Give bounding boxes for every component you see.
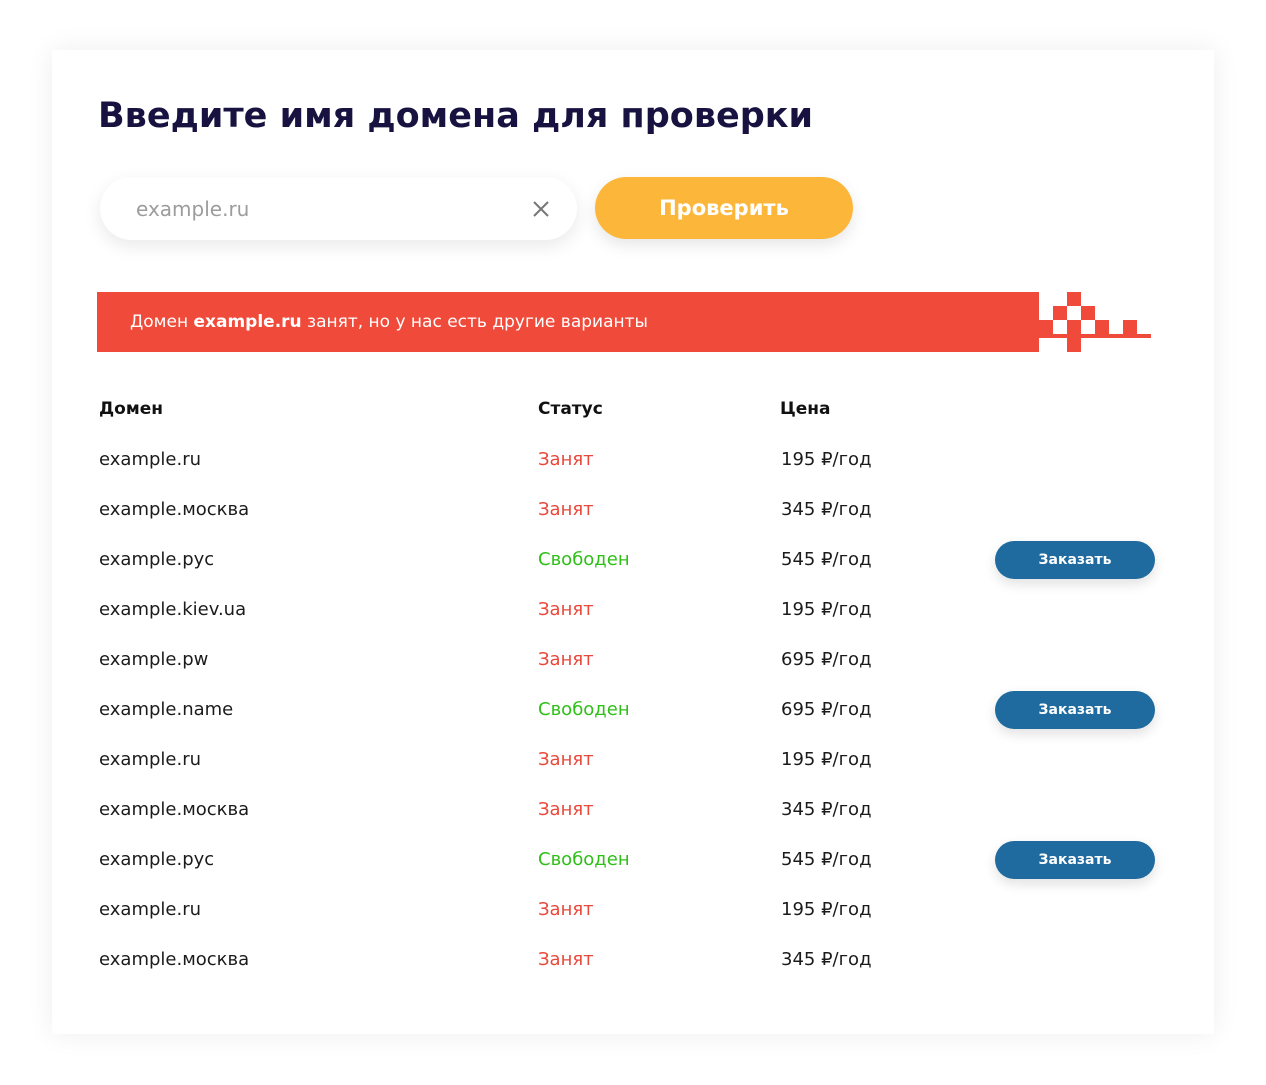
domain-price: 545 ₽/год <box>781 549 872 570</box>
table-row: example.ru Занят 195 ₽/год <box>0 735 1266 785</box>
domain-name: example.ru <box>99 899 202 920</box>
domain-search-input[interactable] <box>136 177 506 240</box>
domain-price: 195 ₽/год <box>781 899 872 920</box>
status-taken: Занят <box>538 599 594 620</box>
page-title: Введите имя домена для проверки <box>98 96 814 136</box>
domain-name: example.name <box>99 699 234 720</box>
result-banner: Домен example.ru занят, но у нас есть др… <box>97 292 1151 352</box>
domain-name: example.pw <box>99 649 209 670</box>
domain-price: 195 ₽/год <box>781 599 872 620</box>
table-row: example.рус Свободен 545 ₽/год Заказать <box>0 835 1266 885</box>
table-row: example.ru Занят 195 ₽/год <box>0 435 1266 485</box>
banner-message: Домен example.ru занят, но у нас есть др… <box>130 292 648 352</box>
pixel-pattern-decoration <box>1039 292 1151 352</box>
order-button[interactable]: Заказать <box>995 541 1155 579</box>
order-button[interactable]: Заказать <box>995 691 1155 729</box>
status-taken: Занят <box>538 499 594 520</box>
status-taken: Занят <box>538 749 594 770</box>
status-taken: Занят <box>538 799 594 820</box>
domain-name: example.рус <box>99 849 215 870</box>
domain-price: 345 ₽/год <box>781 499 872 520</box>
domain-name: example.kiev.ua <box>99 599 247 620</box>
banner-prefix: Домен <box>130 312 194 332</box>
domain-name: example.ru <box>99 749 202 770</box>
domain-price: 345 ₽/год <box>781 799 872 820</box>
close-icon[interactable] <box>531 199 551 219</box>
domain-name: example.москва <box>99 949 250 970</box>
table-row: example.kiev.ua Занят 195 ₽/год <box>0 585 1266 635</box>
table-row: example.москва Занят 345 ₽/год <box>0 785 1266 835</box>
table-row: example.pw Занят 695 ₽/год <box>0 635 1266 685</box>
domain-name: example.ru <box>99 449 202 470</box>
domain-price: 195 ₽/год <box>781 449 872 470</box>
table-row: example.москва Занят 345 ₽/год <box>0 485 1266 535</box>
column-header-status: Статус <box>538 399 603 419</box>
banner-suffix: занят, но у нас есть другие варианты <box>301 312 648 332</box>
domain-name: example.москва <box>99 499 250 520</box>
column-header-price: Цена <box>780 399 831 419</box>
check-button[interactable]: Проверить <box>595 177 853 239</box>
domain-name: example.москва <box>99 799 250 820</box>
status-taken: Занят <box>538 899 594 920</box>
status-taken: Занят <box>538 949 594 970</box>
table-row: example.name Свободен 695 ₽/год Заказать <box>0 685 1266 735</box>
domain-price: 345 ₽/год <box>781 949 872 970</box>
domain-price: 545 ₽/год <box>781 849 872 870</box>
status-available: Свободен <box>538 849 630 870</box>
domain-price: 695 ₽/год <box>781 699 872 720</box>
table-row: example.рус Свободен 545 ₽/год Заказать <box>0 535 1266 585</box>
table-row: example.ru Занят 195 ₽/год <box>0 885 1266 935</box>
order-button[interactable]: Заказать <box>995 841 1155 879</box>
status-taken: Занят <box>538 449 594 470</box>
column-header-domain: Домен <box>99 399 163 419</box>
domain-price: 195 ₽/год <box>781 749 872 770</box>
domain-price: 695 ₽/год <box>781 649 872 670</box>
status-taken: Занят <box>538 649 594 670</box>
status-available: Свободен <box>538 699 630 720</box>
banner-domain: example.ru <box>193 312 302 332</box>
domain-name: example.рус <box>99 549 215 570</box>
search-box <box>100 177 577 240</box>
status-available: Свободен <box>538 549 630 570</box>
table-row: example.москва Занят 345 ₽/год <box>0 935 1266 985</box>
